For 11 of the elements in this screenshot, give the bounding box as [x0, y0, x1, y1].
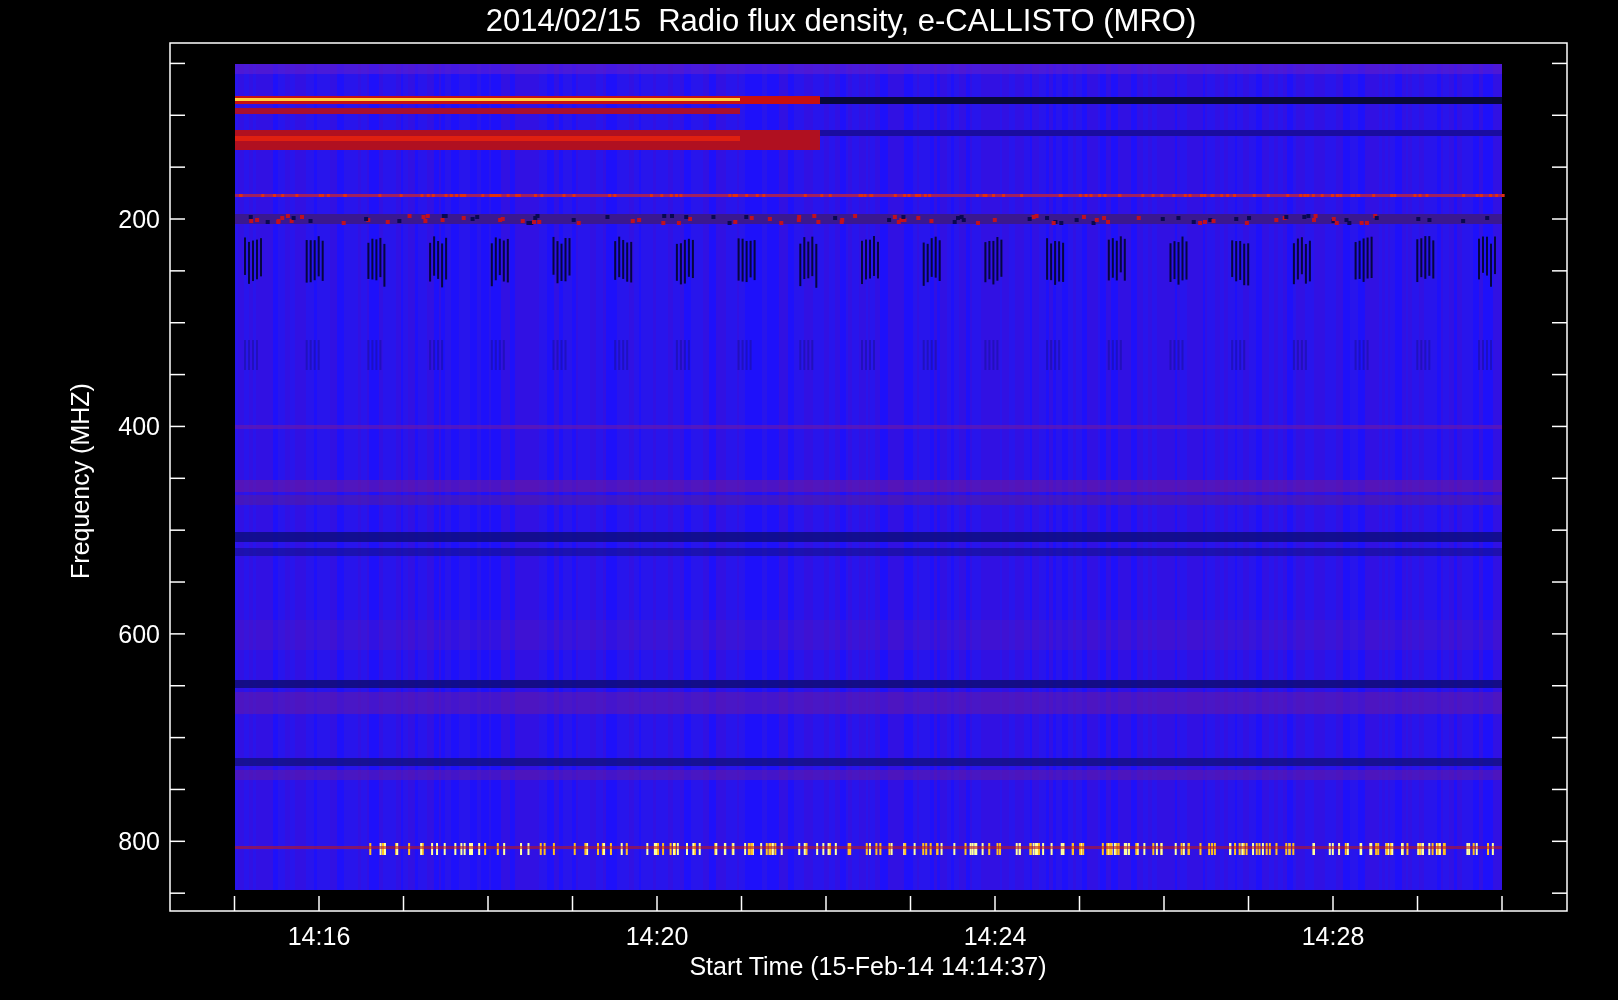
tick-label: 200 [118, 205, 160, 233]
tick-label: 600 [118, 619, 160, 648]
tick-label: 800 [118, 827, 160, 856]
tick-label: 14:24 [963, 922, 1027, 950]
chart-title: 2014/02/15 Radio flux density, e-CALLISTO (MRO) [485, 3, 1197, 38]
tick-label: 14:16 [287, 922, 351, 950]
tick-label: 14:20 [625, 922, 689, 950]
tick-label: 400 [118, 412, 160, 441]
axis-title: Frequency (MHZ) [66, 383, 94, 579]
tick-label: 14:28 [1301, 922, 1365, 950]
axis-title: Start Time (15-Feb-14 14:14:37) [689, 952, 1047, 980]
